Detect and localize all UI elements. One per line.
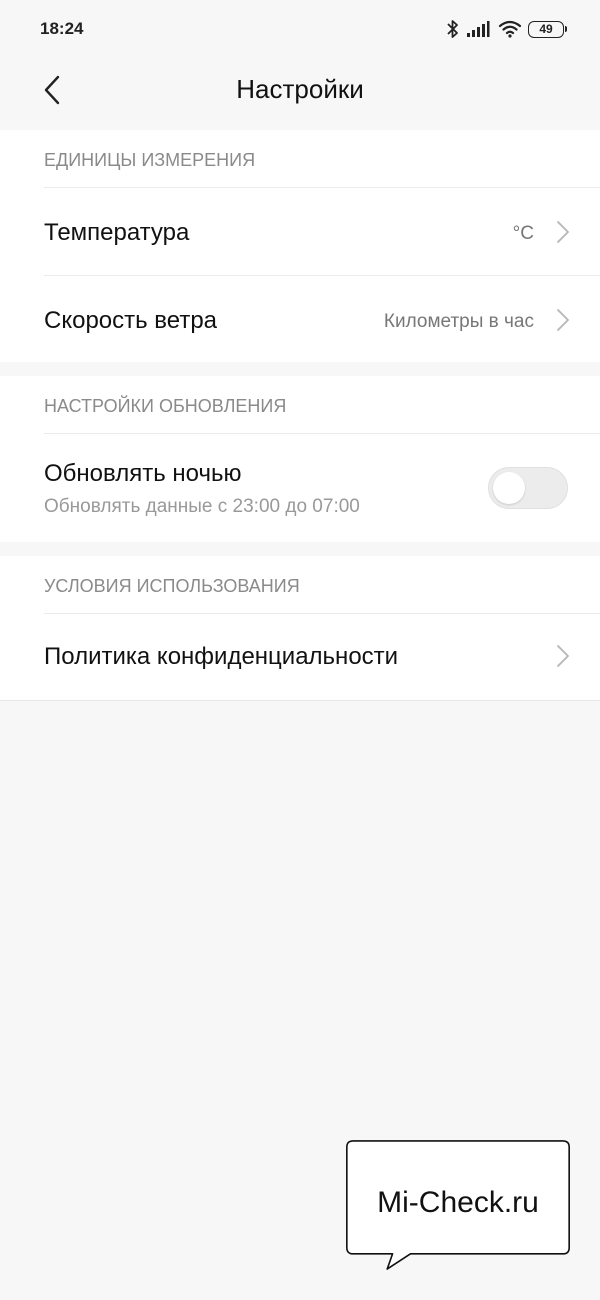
update-section: НАСТРОЙКИ ОБНОВЛЕНИЯ Обновлять ночью Обн…: [0, 376, 600, 542]
wind-speed-value: Километры в час: [383, 311, 534, 332]
app-header: Настройки: [0, 58, 600, 130]
terms-section: УСЛОВИЯ ИСПОЛЬЗОВАНИЯ Политика конфиденц…: [0, 556, 600, 700]
status-time: 18:24: [40, 19, 84, 38]
section-title-terms: УСЛОВИЯ ИСПОЛЬЗОВАНИЯ: [44, 576, 300, 596]
divider: [0, 700, 600, 701]
units-section: ЕДИНИЦЫ ИЗМЕРЕНИЯ Температура °C Скорост…: [0, 130, 600, 362]
watermark: Mi-Check.ru: [333, 1140, 583, 1270]
chevron-right-icon: [557, 309, 569, 331]
privacy-policy-label: Политика конфиденциальности: [44, 643, 399, 670]
signal-icon: [467, 21, 490, 37]
section-title-update: НАСТРОЙКИ ОБНОВЛЕНИЯ: [44, 396, 287, 416]
section-title-units: ЕДИНИЦЫ ИЗМЕРЕНИЯ: [44, 150, 256, 170]
chevron-right-icon: [557, 221, 569, 243]
temperature-value: °C: [512, 223, 534, 244]
battery-icon: 49: [528, 20, 567, 38]
night-update-row[interactable]: Обновлять ночью Обновлять данные с 23:00…: [0, 434, 600, 543]
temperature-row[interactable]: Температура °C: [0, 188, 600, 275]
privacy-policy-row[interactable]: Политика конфиденциальности: [0, 614, 600, 701]
wifi-icon: [498, 20, 522, 38]
toggle-knob: [493, 472, 525, 504]
night-update-label: Обновлять ночью: [44, 460, 242, 487]
status-bar: 18:24 49: [0, 0, 600, 58]
bluetooth-icon: [447, 20, 458, 38]
night-update-toggle[interactable]: [488, 467, 568, 509]
night-update-subtitle: Обновлять данные с 23:00 до 07:00: [44, 496, 360, 517]
wind-speed-row[interactable]: Скорость ветра Километры в час: [0, 276, 600, 363]
page-title: Настройки: [236, 74, 364, 104]
chevron-right-icon: [557, 645, 569, 667]
wind-speed-label: Скорость ветра: [44, 307, 218, 334]
status-icons: 49: [446, 18, 567, 40]
temperature-label: Температура: [44, 219, 190, 246]
watermark-text: Mi-Check.ru: [377, 1186, 539, 1219]
